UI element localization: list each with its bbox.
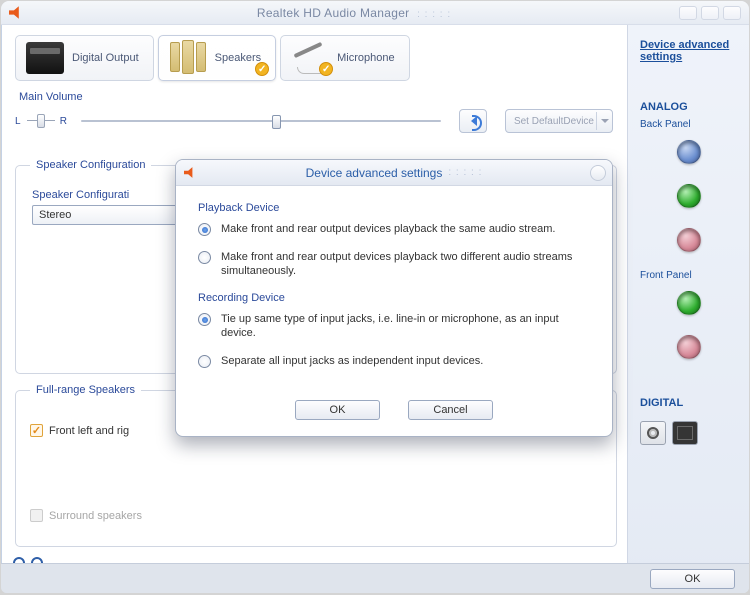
jack-front-headphone[interactable]: [677, 291, 701, 315]
app-icon: [9, 6, 23, 20]
set-default-device-button[interactable]: Set Default Device: [505, 109, 613, 133]
spdif-optical-icon[interactable]: [672, 421, 698, 445]
radio-label: Make front and rear output devices playb…: [221, 222, 555, 236]
radio-icon: [198, 355, 211, 368]
amplifier-icon: [26, 42, 64, 74]
mute-button[interactable]: [459, 109, 487, 133]
main-window: Realtek HD Audio Manager : : : : : Digit…: [1, 1, 749, 593]
group-title: Speaker Configuration: [30, 159, 151, 171]
device-tabs: Digital Output ✓ Speakers ✓ Microphone: [15, 35, 617, 81]
balance-right-label: R: [60, 116, 67, 127]
check-front-lr[interactable]: ✓ Front left and rig: [30, 424, 129, 437]
tab-label: Microphone: [337, 52, 394, 64]
radio-label: Tie up same type of input jacks, i.e. li…: [221, 312, 590, 340]
chevron-down-icon[interactable]: [596, 112, 610, 130]
sound-icon: [466, 114, 480, 128]
digital-header: DIGITAL: [640, 397, 737, 409]
minimize-button[interactable]: [679, 6, 697, 20]
sidebar: Device advanced settings ANALOG Back Pan…: [627, 25, 749, 593]
tab-label: Digital Output: [72, 52, 139, 64]
radio-playback-different-streams[interactable]: Make front and rear output devices playb…: [198, 250, 590, 278]
playback-section-label: Playback Device: [198, 202, 590, 214]
front-panel-label: Front Panel: [640, 270, 737, 281]
tab-speakers[interactable]: ✓ Speakers: [158, 35, 276, 81]
dialog-ok-button[interactable]: OK: [295, 400, 380, 420]
recording-section-label: Recording Device: [198, 292, 590, 304]
tab-microphone[interactable]: ✓ Microphone: [280, 35, 409, 81]
check-surround-speakers: Surround speakers: [30, 509, 602, 522]
jack-front-mic[interactable]: [677, 335, 701, 359]
window-title: Realtek HD Audio Manager : : : : :: [29, 6, 679, 20]
dialog-titlebar[interactable]: Device advanced settings : : : : :: [176, 160, 612, 186]
device-advanced-settings-link[interactable]: Device advanced settings: [640, 39, 737, 63]
maximize-button[interactable]: [701, 6, 719, 20]
default-badge-icon: ✓: [319, 62, 333, 76]
select-value: Stereo: [39, 209, 71, 221]
jack-mic-in[interactable]: [677, 228, 701, 252]
tab-digital-output[interactable]: Digital Output: [15, 35, 154, 81]
checkbox-icon: ✓: [30, 424, 43, 437]
close-button[interactable]: [723, 6, 741, 20]
balance-slider[interactable]: L R: [19, 112, 63, 130]
radio-recording-separate-jacks[interactable]: Separate all input jacks as independent …: [198, 354, 590, 368]
jack-line-out[interactable]: [677, 184, 701, 208]
spdif-coax-icon[interactable]: [640, 421, 666, 445]
radio-icon: [198, 313, 211, 326]
window-ok-button[interactable]: OK: [650, 569, 735, 589]
speaker-icon: [184, 167, 196, 179]
checkbox-icon: [30, 509, 43, 522]
radio-icon: [198, 251, 211, 264]
default-badge-icon: ✓: [255, 62, 269, 76]
speakers-icon: [169, 42, 207, 74]
balance-left-label: L: [15, 116, 21, 127]
jack-line-in[interactable]: [677, 140, 701, 164]
dialog-title: Device advanced settings: [306, 166, 443, 180]
radio-icon: [198, 223, 211, 236]
analog-header: ANALOG: [640, 101, 737, 113]
back-panel-label: Back Panel: [640, 119, 737, 130]
volume-label: Main Volume: [19, 91, 83, 103]
titlebar[interactable]: Realtek HD Audio Manager : : : : :: [1, 1, 749, 25]
volume-slider[interactable]: [81, 112, 441, 130]
window-button-bar: OK: [1, 563, 749, 593]
dialog-close-button[interactable]: [590, 165, 606, 181]
group-title: Full-range Speakers: [30, 384, 141, 396]
check-label: Surround speakers: [49, 510, 142, 522]
radio-recording-tie-jacks[interactable]: Tie up same type of input jacks, i.e. li…: [198, 312, 590, 340]
dialog-cancel-button[interactable]: Cancel: [408, 400, 493, 420]
device-advanced-settings-dialog: Device advanced settings : : : : : Playb…: [175, 159, 613, 437]
radio-label: Separate all input jacks as independent …: [221, 354, 483, 368]
radio-label: Make front and rear output devices playb…: [221, 250, 590, 278]
radio-playback-same-stream[interactable]: Make front and rear output devices playb…: [198, 222, 590, 236]
tab-label: Speakers: [215, 52, 261, 64]
check-label: Front left and rig: [49, 425, 129, 437]
